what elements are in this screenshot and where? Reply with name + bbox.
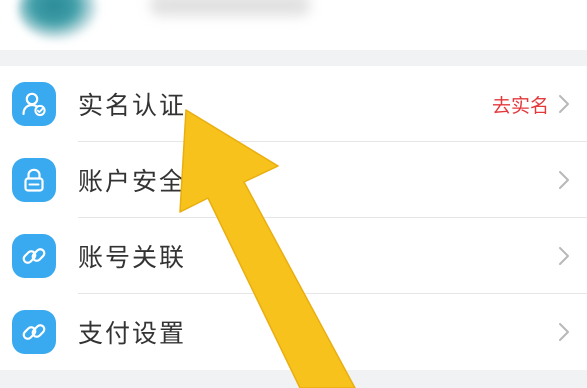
settings-item-real-name[interactable]: 实名认证 去实名 <box>0 66 587 142</box>
account-settings-page: 实名认证 去实名 账户安全 账号关联 支付设置 <box>0 0 587 388</box>
chevron-right-icon <box>559 247 569 265</box>
chevron-right-icon <box>559 323 569 341</box>
profile-name-blurred <box>150 0 310 16</box>
user-verify-icon <box>12 82 56 126</box>
section-separator <box>0 370 587 388</box>
settings-item-account-link[interactable]: 账号关联 <box>0 218 587 294</box>
link-icon <box>12 234 56 278</box>
profile-header[interactable] <box>0 0 587 50</box>
settings-item-label: 账号关联 <box>78 243 187 272</box>
settings-item-payment[interactable]: 支付设置 <box>0 294 587 370</box>
lock-icon <box>12 158 56 202</box>
settings-item-label: 账户安全 <box>78 167 187 196</box>
avatar[interactable] <box>18 0 98 40</box>
settings-item-label: 支付设置 <box>78 319 187 348</box>
settings-item-account-security[interactable]: 账户安全 <box>0 142 587 218</box>
real-name-status-link[interactable]: 去实名 <box>492 91 549 118</box>
chevron-right-icon <box>559 95 569 113</box>
settings-list: 实名认证 去实名 账户安全 账号关联 支付设置 <box>0 66 587 370</box>
chevron-right-icon <box>559 171 569 189</box>
section-separator <box>0 50 587 66</box>
settings-item-label: 实名认证 <box>78 91 187 120</box>
link-icon <box>12 310 56 354</box>
